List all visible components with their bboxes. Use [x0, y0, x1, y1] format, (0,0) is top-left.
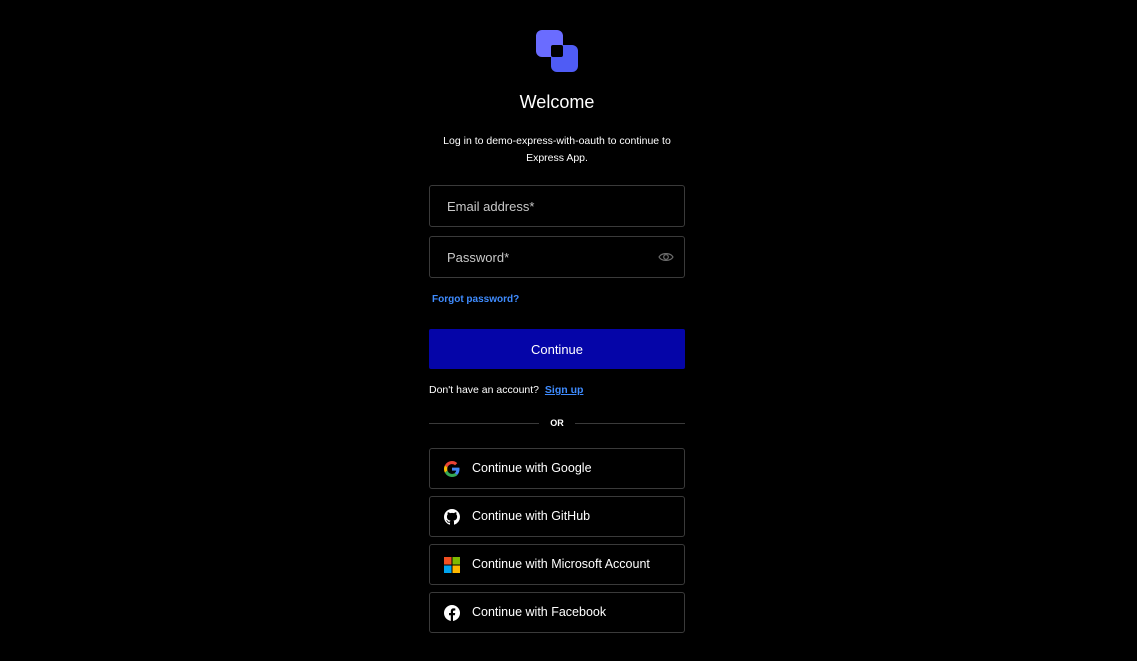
- continue-with-facebook-button[interactable]: Continue with Facebook: [429, 592, 685, 633]
- signup-row: Don't have an account? Sign up: [429, 384, 583, 396]
- subtitle-line-2: Express App.: [526, 152, 588, 164]
- continue-with-google-button[interactable]: Continue with Google: [429, 448, 685, 489]
- google-icon: [444, 461, 460, 477]
- continue-with-github-button[interactable]: Continue with GitHub: [429, 496, 685, 537]
- microsoft-icon: [444, 557, 460, 573]
- facebook-icon: [444, 605, 460, 621]
- continue-with-microsoft-button[interactable]: Continue with Microsoft Account: [429, 544, 685, 585]
- continue-button[interactable]: Continue: [429, 329, 685, 369]
- divider-line-right: [575, 423, 685, 424]
- or-divider: OR: [429, 418, 685, 430]
- password-field-container: [429, 236, 685, 278]
- subtitle-line-1: Log in to demo-express-with-oauth to con…: [443, 135, 671, 147]
- microsoft-button-label: Continue with Microsoft Account: [472, 557, 650, 571]
- signup-prompt: Don't have an account?: [429, 384, 539, 396]
- app-logo-icon: [536, 30, 578, 72]
- page-title: Welcome: [519, 92, 595, 112]
- google-button-label: Continue with Google: [472, 461, 592, 475]
- github-button-label: Continue with GitHub: [472, 509, 591, 523]
- email-field-container: [429, 185, 685, 227]
- facebook-button-label: Continue with Facebook: [472, 605, 607, 619]
- email-field[interactable]: [447, 186, 647, 226]
- login-page: Welcome Log in to demo-express-with-oaut…: [0, 0, 1137, 661]
- signup-link[interactable]: Sign up: [545, 384, 584, 396]
- page-subtitle: Log in to demo-express-with-oauth to con…: [429, 133, 685, 167]
- eye-icon[interactable]: [658, 250, 674, 264]
- password-field[interactable]: [447, 237, 647, 277]
- forgot-password-link[interactable]: Forgot password?: [432, 294, 519, 305]
- github-icon: [444, 509, 460, 525]
